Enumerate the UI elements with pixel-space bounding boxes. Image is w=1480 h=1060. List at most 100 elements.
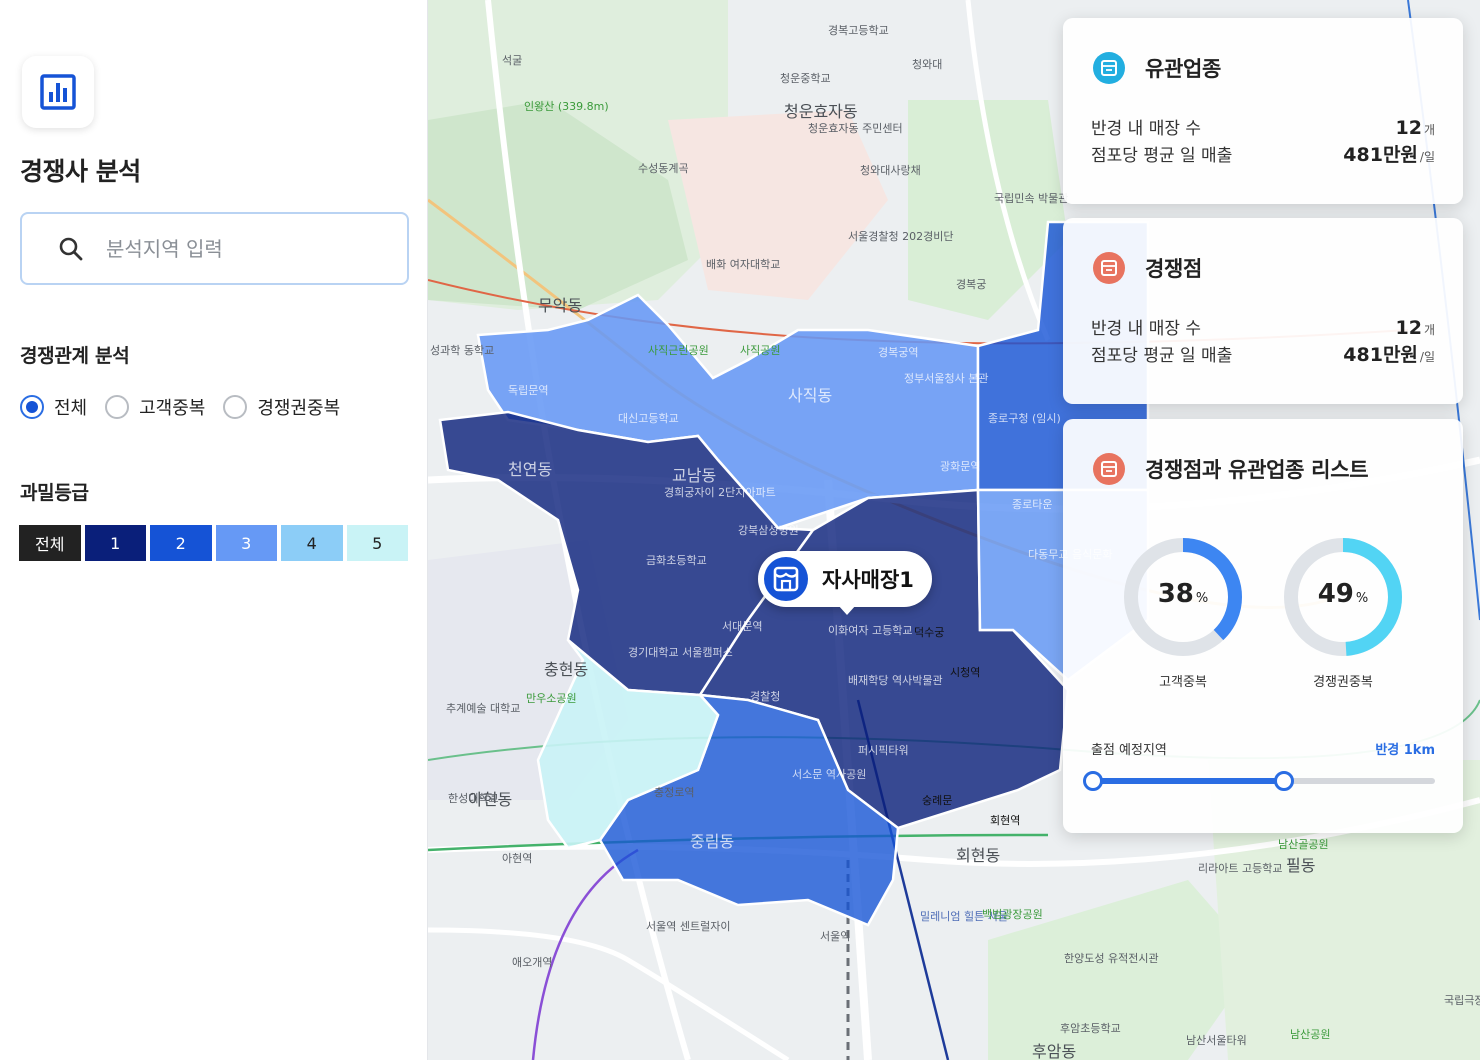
density-section-title: 과밀등급 <box>20 482 89 504</box>
donut-ring: 49% <box>1281 535 1405 659</box>
map-label: 퍼시픽타워 <box>858 744 909 757</box>
grade-1-button[interactable]: 1 <box>84 525 146 561</box>
card-header: 경쟁점 <box>1093 252 1202 284</box>
relation-section-title: 경쟁관계 분석 <box>20 345 130 367</box>
donut-ring: 38% <box>1121 535 1245 659</box>
search-input[interactable] <box>106 236 366 261</box>
bar-chart-icon <box>40 74 76 110</box>
store-icon <box>1093 252 1125 284</box>
map-label: 서울경찰청 202경비단 <box>848 230 954 243</box>
stat-key: 반경 내 매장 수 <box>1091 319 1202 339</box>
map-label: 아현역 <box>502 852 533 865</box>
slider-end-handle[interactable] <box>1273 771 1294 791</box>
app-logo[interactable] <box>22 56 94 128</box>
slider-start-handle[interactable] <box>1083 771 1103 791</box>
map-label: 이화여자 고등학교 <box>828 624 913 637</box>
map-label: 서대문역 <box>722 620 763 633</box>
stat-row: 점포당 평균 일 매출 481만원/일 <box>1091 140 1435 167</box>
map-label: 후암동 <box>1032 1042 1077 1060</box>
map-label: 후암초등학교 <box>1060 1022 1121 1035</box>
map-label: 금화초등학교 <box>646 554 707 567</box>
map-label: 리라아트 고등학교 <box>1198 862 1283 875</box>
map-label: 경복궁 <box>956 278 987 291</box>
radio-customer-overlap[interactable]: 고객중복 <box>105 394 205 420</box>
map-label: 성과학 동학교 <box>430 344 495 357</box>
map-label: 종로구청 (임시) <box>988 412 1061 425</box>
donut-caption: 경쟁권중복 <box>1313 675 1373 690</box>
radio-competition-overlap[interactable]: 경쟁권중복 <box>223 394 340 420</box>
store-icon <box>764 557 808 601</box>
map-label: 시청역 <box>950 666 981 679</box>
map-label: 경희궁자이 2단지아파트 <box>664 486 776 499</box>
map-label: 정부서울청사 본관 <box>904 372 989 385</box>
map-label: 서소문 역사공원 <box>792 768 867 781</box>
map-label: 경찰청 <box>750 690 781 703</box>
map-label: 배재학당 역사박물관 <box>848 674 943 687</box>
map-label: 서울역 센트럴자이 <box>646 920 731 933</box>
card-header: 경쟁점과 유관업종 리스트 <box>1093 453 1369 485</box>
map-label: 충정로역 <box>654 786 695 799</box>
stat-value: 12 <box>1395 317 1422 339</box>
slider-fill <box>1091 778 1284 784</box>
map-label: 청운효자동 주민센터 <box>808 122 903 135</box>
map-label: 사직공원 <box>740 344 781 357</box>
map-label: 교남동 <box>672 466 717 485</box>
map-label: 청운중학교 <box>780 72 831 85</box>
map-label: 무악동 <box>538 296 583 315</box>
radio-button[interactable] <box>105 395 130 419</box>
map-label: 추계예술 대학교 <box>446 702 521 715</box>
radio-all[interactable]: 전체 <box>20 394 87 420</box>
slider-value: 반경 1km <box>1375 743 1435 758</box>
grade-2-button[interactable]: 2 <box>150 525 212 561</box>
map-label: 숭례문 <box>922 794 953 807</box>
store-icon <box>1093 453 1125 485</box>
grade-all-button[interactable]: 전체 <box>19 525 81 561</box>
store-name: 자사매장1 <box>822 568 914 592</box>
radio-button-checked[interactable] <box>20 395 44 419</box>
map-label: 청와대사랑채 <box>860 164 921 177</box>
competition-overlap-donut: 49% 경쟁권중복 <box>1281 535 1405 690</box>
map-label: 인왕산 (339.8m) <box>524 100 609 113</box>
card-title: 경쟁점 <box>1145 257 1203 281</box>
radius-slider[interactable]: 출점 예정지역 반경 1km <box>1083 739 1435 791</box>
stat-key: 점포당 평균 일 매출 <box>1091 146 1233 166</box>
map-label: 사직근린공원 <box>648 344 709 357</box>
radio-button[interactable] <box>223 395 248 419</box>
donut-percent: 38 <box>1157 579 1194 609</box>
map-label: 경복고등학교 <box>828 24 889 37</box>
map-label: 강북삼성병원 <box>738 524 799 537</box>
stat-value: 481만원 <box>1343 144 1418 166</box>
stat-row: 반경 내 매장 수 12 개 <box>1091 114 1435 139</box>
map-label: 청와대 <box>912 58 943 71</box>
map-label: 한양도성 유적전시관 <box>1064 952 1159 965</box>
competitor-list-card: 경쟁점과 유관업종 리스트 38% 고객중복 49% 경쟁권중복 출점 예정지역… <box>1063 419 1463 833</box>
map-label: 사직동 <box>788 386 833 405</box>
map-label: 천연동 <box>508 460 553 479</box>
slider-label: 출점 예정지역 <box>1091 743 1167 758</box>
stat-unit: /일 <box>1419 350 1435 364</box>
map-label: 석굴 <box>502 54 523 67</box>
stat-unit: /일 <box>1419 150 1435 164</box>
map-label: 독립문역 <box>508 384 549 397</box>
own-store-marker[interactable]: 자사매장1 <box>758 551 932 615</box>
grade-5-button[interactable]: 5 <box>346 525 408 561</box>
radio-label: 경쟁권중복 <box>257 398 341 419</box>
radio-label: 전체 <box>54 398 88 419</box>
search-box[interactable] <box>20 212 409 285</box>
page-title: 경쟁사 분석 <box>20 157 141 186</box>
stat-key: 점포당 평균 일 매출 <box>1091 346 1233 366</box>
map-label: 국립민속 박물관 <box>994 192 1069 205</box>
map-label: 한성대학교 <box>448 792 499 805</box>
stat-unit: 개 <box>1423 323 1435 337</box>
slider-track[interactable] <box>1083 771 1435 791</box>
grade-3-button[interactable]: 3 <box>215 525 277 561</box>
donut-percent: 49 <box>1317 579 1354 609</box>
map-label: 덕수궁 <box>914 626 945 639</box>
stat-value: 12 <box>1395 117 1422 139</box>
map-label: 종로타운 <box>1012 498 1053 511</box>
card-title: 경쟁점과 유관업종 리스트 <box>1145 458 1369 482</box>
grade-4-button[interactable]: 4 <box>281 525 343 561</box>
competitor-card: 경쟁점 반경 내 매장 수 12 개 점포당 평균 일 매출 481만원/일 <box>1063 218 1463 404</box>
stat-key: 반경 내 매장 수 <box>1091 119 1202 139</box>
map-label: 중림동 <box>690 832 735 851</box>
